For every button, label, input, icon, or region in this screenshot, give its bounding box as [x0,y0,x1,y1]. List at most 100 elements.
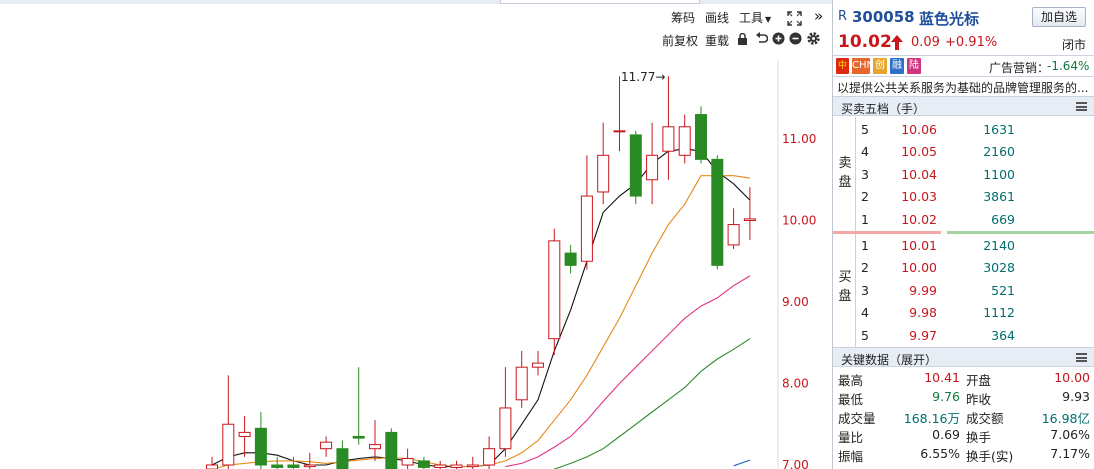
tools-menu[interactable]: 工具 ▼ [739,9,771,26]
lock-icon[interactable] [737,33,748,45]
quote-panel: R 300058 蓝色光标 加自选 10.02 0.09 +0.91% 闭市 中… [833,0,1094,469]
candle [548,228,561,355]
top-edge [0,0,832,4]
candle [743,187,756,241]
reload-button[interactable]: 重载 [705,32,729,49]
level-number: 4 [861,144,869,160]
level-volume: 1112 [983,305,1015,321]
menu-icon[interactable] [1076,102,1087,111]
candle [434,460,447,469]
key-data-value: 9.93 [1062,389,1090,405]
company-description[interactable]: 以提供公共关系服务为基础的品牌管理服务的... [837,79,1088,96]
ask-level-row[interactable]: 3 10.04 1100 [833,164,1094,186]
candle-body [434,464,447,468]
level-price: 9.99 [909,282,937,298]
candle [254,412,267,469]
add-to-watchlist-button[interactable]: 加自选 [1032,7,1086,27]
level-number: 1 [861,238,869,253]
level-number: 5 [861,327,869,343]
growth-board-badge: 创 [873,58,887,74]
undo-icon[interactable] [755,32,768,45]
level-number: 1 [861,211,869,227]
expand-icon[interactable]: » [814,7,823,25]
level-volume: 3861 [983,189,1015,205]
candlestick-chart[interactable]: 11.00 10.00 9.00 8.00 7.00 11.77→ [0,60,832,469]
price-axis-ticks: 11.00 10.00 9.00 8.00 7.00 [782,132,816,469]
keydata-header[interactable]: 关键数据（展开） [833,347,1094,367]
bid-level-row[interactable]: 2 10.00 3028 [833,257,1094,279]
level-price: 9.97 [909,327,937,343]
candle [287,456,300,469]
candle [222,375,235,469]
level-volume: 2140 [983,238,1015,253]
level-volume: 1631 [983,122,1015,137]
ask-level-row[interactable]: 1 10.02 669 [833,209,1094,231]
candle-body [401,457,414,466]
candle-body [646,154,659,181]
fullscreen-icon[interactable] [787,11,802,26]
candle [271,456,284,469]
level-volume: 521 [991,282,1015,298]
candle [499,367,512,457]
candle-body [532,362,544,368]
level-volume: 669 [991,211,1015,227]
level-price: 9.98 [909,305,937,321]
sector-label[interactable]: 广告营销： [989,59,1049,76]
key-data-row: 涨停 11.92 跌停 7.94 [833,464,1094,469]
moving-average-line [733,459,751,467]
bid-level-row[interactable]: 5 9.97 364 [833,325,1094,347]
level-volume: 364 [991,327,1015,343]
candle [385,428,398,469]
sector-change: -1.64% [1047,59,1090,73]
bid-level-row[interactable]: 1 10.01 2140 [833,235,1094,257]
candle-body [483,448,496,466]
candle-body [450,464,463,468]
caret-down-icon: ▼ [765,15,772,24]
margin-badge: 融 [890,58,904,74]
price-change: 0.09 [911,35,940,50]
r-marker: R [838,9,848,24]
keydata-title: 关键数据（展开） [841,353,938,367]
candle-body [206,464,218,469]
zoom-in-icon[interactable] [772,32,785,45]
candle [629,130,642,205]
orderbook-header[interactable]: 买卖五档（手） [833,96,1094,116]
level-number: 2 [861,260,869,276]
tools-label: 工具 [739,11,764,25]
candle-body [222,423,235,466]
bid-level-row[interactable]: 4 9.98 1112 [833,302,1094,324]
candle-body [238,431,251,437]
ask-level-row[interactable]: 5 10.06 1631 [833,119,1094,141]
candle-body [352,435,365,439]
last-price: 10.02 [838,32,892,52]
candle-body [466,464,479,468]
moving-average-line [211,148,751,468]
level-number: 2 [861,189,869,205]
settings-gear-icon[interactable] [806,31,821,46]
zoom-out-icon[interactable] [789,32,802,45]
candle [303,452,316,469]
up-arrow-icon [891,35,903,50]
candle [417,456,430,469]
bid-level-row[interactable]: 3 9.99 521 [833,280,1094,302]
candle-body [303,464,316,468]
price-change-pct: +0.91% [945,35,998,50]
level-price: 10.00 [901,260,937,276]
candle-body [662,126,675,152]
menu-icon[interactable] [1076,353,1087,362]
candle-body [271,464,284,468]
candle [727,208,740,250]
stock-quote-window: 筹码 画线 工具 ▼ » 前复权 重载 11.00 10.00 9.00 8.00 7.0… [0,0,1094,469]
candle [401,448,414,469]
candle [695,106,707,164]
key-data-row: 最高 10.41 开盘 10.00 [833,368,1094,388]
candle-body [548,240,561,340]
draw-line-button[interactable]: 画线 [705,9,729,26]
candle-body [743,218,756,221]
forward-adjust-button[interactable]: 前复权 [662,32,698,49]
chips-button[interactable]: 筹码 [671,9,695,26]
candles [206,76,756,469]
level-price: 10.01 [901,238,937,253]
ask-level-row[interactable]: 2 10.03 3861 [833,186,1094,208]
ask-level-row[interactable]: 4 10.05 2160 [833,141,1094,163]
